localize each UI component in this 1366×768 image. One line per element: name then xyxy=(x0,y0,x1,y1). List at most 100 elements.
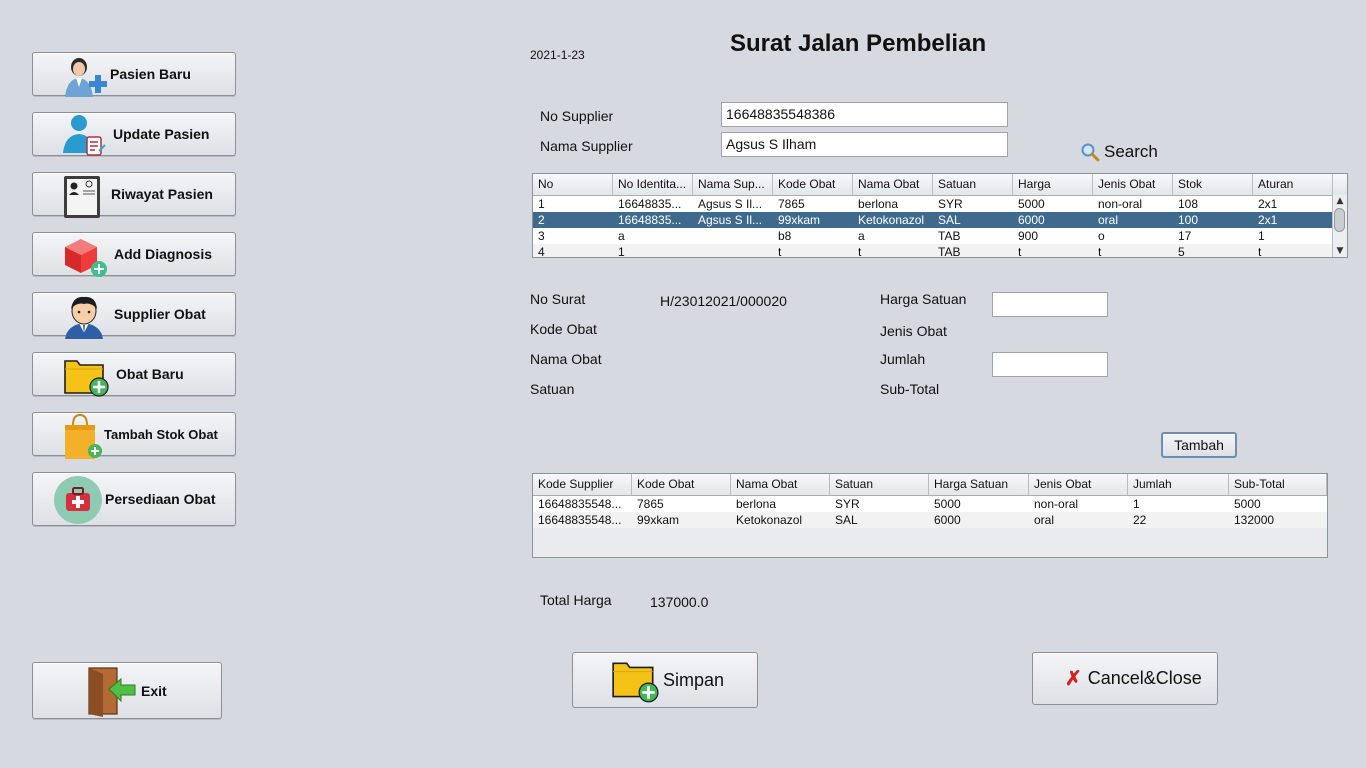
jenis-obat-label: Jenis Obat xyxy=(880,323,947,339)
table-cell: a xyxy=(858,229,865,243)
table-header: No No Identita... Nama Sup... Kode Obat Nama… xyxy=(533,174,1347,196)
total-harga-label: Total Harga xyxy=(540,592,612,608)
column-header[interactable]: Jumlah xyxy=(1128,474,1229,495)
nama-supplier-field[interactable]: Agsus S Ilham xyxy=(721,132,1008,157)
exit-button[interactable]: Exit xyxy=(32,662,222,719)
column-header[interactable]: Aturan xyxy=(1253,174,1333,195)
table-cell: 17 xyxy=(1178,229,1192,243)
table-row[interactable]: 2 16648835... Agsus S Il... 99xkam Ketokonaz… xyxy=(533,212,1347,228)
satuan-label: Satuan xyxy=(530,381,575,397)
search-label: Search xyxy=(1104,142,1158,161)
column-header[interactable]: Jenis Obat xyxy=(1029,474,1128,495)
update-pasien-button[interactable]: Update Pasien xyxy=(32,112,236,156)
column-header[interactable]: Harga Satuan xyxy=(929,474,1029,495)
table-cell: t xyxy=(858,245,862,258)
table-cell: 1 xyxy=(618,245,625,258)
column-header[interactable]: Kode Supplier xyxy=(533,474,632,495)
column-header[interactable]: Sub-Total xyxy=(1229,474,1327,495)
cancel-close-button[interactable]: ✗ Cancel&Close xyxy=(1032,652,1218,705)
sidebar-item-label: Update Pasien xyxy=(113,126,210,142)
table-header: Kode Supplier Kode Obat Nama Obat Satuan Har… xyxy=(533,474,1327,496)
column-header[interactable]: Kode Obat xyxy=(632,474,731,495)
medkit-icon xyxy=(54,476,102,524)
cancel-close-label: Cancel&Close xyxy=(1087,668,1202,688)
shopping-bag-icon xyxy=(65,413,102,459)
riwayat-pasien-button[interactable]: Riwayat Pasien xyxy=(32,172,236,218)
column-header[interactable]: No xyxy=(533,174,613,195)
scroll-thumb[interactable] xyxy=(1334,208,1345,232)
pasien-baru-button[interactable]: Pasien Baru xyxy=(32,52,236,97)
harga-satuan-label: Harga Satuan xyxy=(880,291,967,307)
kode-obat-label: Kode Obat xyxy=(530,321,597,337)
column-header[interactable]: Nama Sup... xyxy=(693,174,773,195)
vertical-scrollbar[interactable]: ▲ ▼ xyxy=(1332,195,1347,257)
table-row[interactable]: 4 1 t t TAB t t 5 t xyxy=(533,244,1347,258)
scroll-down-icon[interactable]: ▼ xyxy=(1333,245,1347,257)
tambah-button[interactable]: Tambah xyxy=(1161,432,1237,458)
table-cell: 7865 xyxy=(637,497,664,511)
table-cell: SAL xyxy=(938,213,961,227)
column-header[interactable]: Stok xyxy=(1173,174,1253,195)
sidebar-item-label: Riwayat Pasien xyxy=(111,186,213,202)
order-table[interactable]: Kode Supplier Kode Obat Nama Obat Satuan Har… xyxy=(532,473,1328,558)
column-header[interactable]: Satuan xyxy=(830,474,929,495)
table-row[interactable]: 16648835548... 7865 berlona SYR 5000 non-oral… xyxy=(533,496,1327,512)
exit-door-icon xyxy=(88,667,136,717)
sidebar-item-label: Pasien Baru xyxy=(110,66,191,82)
table-cell: SAL xyxy=(835,513,858,527)
table-cell: oral xyxy=(1034,513,1055,527)
table-cell: t xyxy=(778,245,782,258)
diagnosis-box-icon xyxy=(65,239,107,277)
patient-card-icon xyxy=(64,176,100,218)
harga-satuan-field[interactable] xyxy=(992,292,1108,317)
table-cell: 16648835548... xyxy=(538,513,622,527)
table-cell: t xyxy=(1098,245,1102,258)
column-header[interactable]: Nama Obat xyxy=(731,474,830,495)
simpan-button[interactable]: Simpan xyxy=(572,652,758,708)
table-body: 16648835548... 7865 berlona SYR 5000 non-oral… xyxy=(533,496,1327,528)
table-cell: TAB xyxy=(938,245,961,258)
column-header[interactable]: Jenis Obat xyxy=(1093,174,1173,195)
no-supplier-label: No Supplier xyxy=(540,108,614,124)
table-cell: non-oral xyxy=(1098,197,1143,211)
search-button[interactable]: Search xyxy=(1080,140,1158,164)
column-header[interactable]: Satuan xyxy=(933,174,1013,195)
folder-add-icon xyxy=(64,360,109,397)
table-cell: TAB xyxy=(938,229,961,243)
no-surat-value: H/23012021/000020 xyxy=(660,293,787,309)
table-row[interactable]: 16648835548... 99xkam Ketokonazol SAL 6000 or… xyxy=(533,512,1327,528)
column-header[interactable]: No Identita... xyxy=(613,174,693,195)
nama-obat-label: Nama Obat xyxy=(530,351,602,367)
scroll-up-icon[interactable]: ▲ xyxy=(1333,195,1347,207)
table-cell xyxy=(693,244,773,257)
persediaan-obat-button[interactable]: Persediaan Obat xyxy=(32,472,236,526)
close-x-icon: ✗ xyxy=(1065,668,1082,690)
sidebar-item-label: Tambah Stok Obat xyxy=(104,426,218,442)
table-row[interactable]: 1 16648835... Agsus S Il... 7865 berlona SYR 5… xyxy=(533,196,1347,212)
table-cell: 5000 xyxy=(934,497,961,511)
add-diagnosis-button[interactable]: Add Diagnosis xyxy=(32,232,236,277)
page-title: Surat Jalan Pembelian xyxy=(730,30,987,57)
simpan-label: Simpan xyxy=(663,669,725,690)
subtotal-label: Sub-Total xyxy=(880,381,940,397)
obat-baru-button[interactable]: Obat Baru xyxy=(32,352,236,397)
column-header[interactable]: Kode Obat xyxy=(773,174,853,195)
total-harga-value: 137000.0 xyxy=(650,594,709,610)
jumlah-label: Jumlah xyxy=(880,351,926,367)
table-cell: Ketokonazol xyxy=(736,513,803,527)
supplier-obat-button[interactable]: Supplier Obat xyxy=(32,292,236,339)
drug-table[interactable]: No No Identita... Nama Sup... Kode Obat Nama… xyxy=(532,173,1348,258)
table-cell: 2 xyxy=(538,213,545,227)
table-body: 1 16648835... Agsus S Il... 7865 berlona SYR 5… xyxy=(533,196,1347,258)
column-header[interactable]: Nama Obat xyxy=(853,174,933,195)
table-cell: 6000 xyxy=(934,513,961,527)
folder-add-icon xyxy=(612,662,659,703)
table-cell: o xyxy=(1098,229,1105,243)
table-row[interactable]: 3 a b8 a TAB 900 o 17 1 xyxy=(533,228,1347,244)
table-cell: 16648835548... xyxy=(538,497,622,511)
jumlah-field[interactable] xyxy=(992,352,1108,377)
column-header[interactable]: Harga xyxy=(1013,174,1093,195)
tambah-stok-obat-button[interactable]: Tambah Stok Obat xyxy=(32,412,236,459)
no-supplier-field[interactable]: 16648835548386 xyxy=(721,102,1008,127)
table-cell: 2x1 xyxy=(1258,213,1278,227)
